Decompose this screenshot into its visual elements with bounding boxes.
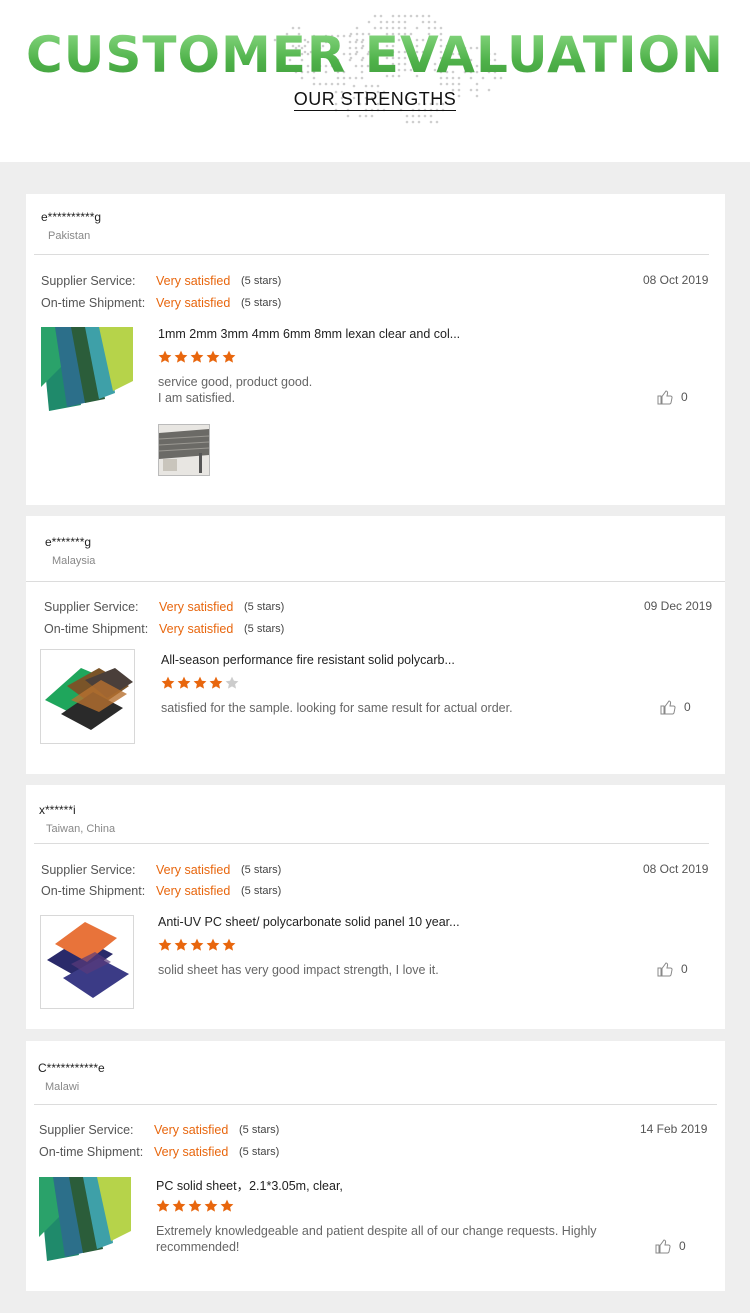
- review-card: x******i Taiwan, China Supplier Service:…: [26, 785, 725, 1029]
- star-rating: [158, 350, 238, 366]
- ontime-shipment-stars: (5 stars): [239, 1146, 280, 1158]
- ontime-shipment-value: Very satisfied: [159, 622, 234, 636]
- reviewer-name: e*******g: [45, 535, 92, 549]
- ontime-shipment-value: Very satisfied: [156, 296, 231, 310]
- star-filled-icon: [158, 350, 172, 363]
- supplier-service-stars: (5 stars): [241, 275, 282, 287]
- supplier-service-stars: (5 stars): [241, 864, 282, 876]
- ontime-shipment-label: On-time Shipment:: [39, 1145, 144, 1159]
- page-header: CUSTOMER EVALUATION OUR STRENGTHS: [0, 0, 750, 162]
- review-date: 08 Oct 2019: [643, 862, 709, 876]
- star-filled-icon: [206, 350, 220, 363]
- product-title-link[interactable]: 1mm 2mm 3mm 4mm 6mm 8mm lexan clear and …: [158, 327, 460, 341]
- like-count: 0: [679, 1239, 686, 1253]
- star-rating: [161, 676, 241, 692]
- product-thumbnail[interactable]: [40, 649, 135, 744]
- product-thumbnail[interactable]: [41, 327, 133, 419]
- like-button[interactable]: 0: [660, 700, 691, 715]
- star-filled-icon: [158, 938, 172, 951]
- ontime-shipment-stars: (5 stars): [241, 885, 282, 897]
- star-filled-icon: [193, 676, 207, 689]
- reviewer-country: Malawi: [45, 1081, 80, 1093]
- supplier-service-value: Very satisfied: [156, 274, 231, 288]
- thumbs-up-icon: [655, 1239, 671, 1254]
- product-thumbnail[interactable]: [39, 1177, 131, 1269]
- thumbs-up-icon: [657, 962, 673, 977]
- thumbs-up-icon: [657, 390, 673, 405]
- star-filled-icon: [174, 938, 188, 951]
- review-card: e**********g Pakistan Supplier Service: …: [26, 194, 725, 505]
- product-title-link[interactable]: PC solid sheet，2.1*3.05m, clear,: [156, 1175, 343, 1194]
- star-filled-icon: [161, 676, 175, 689]
- supplier-service-label: Supplier Service:: [39, 1123, 134, 1137]
- star-filled-icon: [222, 938, 236, 951]
- star-filled-icon: [188, 1199, 202, 1212]
- like-count: 0: [681, 390, 688, 404]
- ontime-shipment-value: Very satisfied: [156, 884, 231, 898]
- review-comment: satisfied for the sample. looking for sa…: [161, 701, 513, 715]
- review-date: 14 Feb 2019: [640, 1122, 708, 1136]
- divider: [26, 581, 725, 582]
- star-filled-icon: [222, 350, 236, 363]
- reviewer-name: x******i: [39, 803, 76, 817]
- product-thumbnail[interactable]: [40, 915, 134, 1009]
- supplier-service-label: Supplier Service:: [41, 863, 136, 877]
- page-subtitle: OUR STRENGTHS: [293, 89, 457, 111]
- star-filled-icon: [172, 1199, 186, 1212]
- ontime-shipment-value: Very satisfied: [154, 1145, 229, 1159]
- supplier-service-stars: (5 stars): [244, 601, 285, 613]
- reviewer-name: e**********g: [41, 210, 102, 224]
- review-card: e*******g Malaysia Supplier Service: Ver…: [26, 516, 725, 774]
- divider: [34, 1104, 717, 1105]
- star-filled-icon: [209, 676, 223, 689]
- review-comment: Extremely knowledgeable and patient desp…: [156, 1224, 597, 1254]
- ontime-shipment-label: On-time Shipment:: [44, 622, 149, 636]
- review-date: 09 Dec 2019: [644, 599, 713, 613]
- star-filled-icon: [204, 1199, 218, 1212]
- supplier-service-stars: (5 stars): [239, 1124, 280, 1136]
- like-button[interactable]: 0: [655, 1239, 686, 1254]
- like-count: 0: [684, 700, 691, 714]
- ontime-shipment-stars: (5 stars): [244, 623, 285, 635]
- divider: [34, 843, 709, 844]
- page-title: CUSTOMER EVALUATION: [0, 26, 750, 84]
- reviewer-country: Taiwan, China: [46, 823, 116, 835]
- review-date: 08 Oct 2019: [643, 273, 709, 287]
- star-filled-icon: [177, 676, 191, 689]
- supplier-service-value: Very satisfied: [154, 1123, 229, 1137]
- supplier-service-value: Very satisfied: [159, 600, 234, 614]
- ontime-shipment-label: On-time Shipment:: [41, 296, 146, 310]
- thumbs-up-icon: [660, 700, 676, 715]
- star-rating: [156, 1199, 236, 1215]
- review-comment: solid sheet has very good impact strengt…: [158, 963, 439, 977]
- star-filled-icon: [174, 350, 188, 363]
- reviewer-name: C***********e: [38, 1061, 105, 1075]
- star-filled-icon: [190, 350, 204, 363]
- star-filled-icon: [190, 938, 204, 951]
- supplier-service-label: Supplier Service:: [44, 600, 139, 614]
- star-empty-icon: [225, 676, 239, 689]
- like-count: 0: [681, 962, 688, 976]
- ontime-shipment-stars: (5 stars): [241, 297, 282, 309]
- product-title-link[interactable]: Anti-UV PC sheet/ polycarbonate solid pa…: [158, 915, 460, 929]
- product-title-link[interactable]: All-season performance fire resistant so…: [161, 653, 455, 667]
- ontime-shipment-label: On-time Shipment:: [41, 884, 146, 898]
- reviewer-country: Pakistan: [48, 230, 91, 242]
- review-attachment-photo[interactable]: [158, 424, 210, 476]
- supplier-service-label: Supplier Service:: [41, 274, 136, 288]
- star-rating: [158, 938, 238, 954]
- star-filled-icon: [156, 1199, 170, 1212]
- star-filled-icon: [206, 938, 220, 951]
- review-comment: service good, product good. I am satisfi…: [158, 375, 313, 405]
- divider: [34, 254, 709, 255]
- like-button[interactable]: 0: [657, 390, 688, 405]
- like-button[interactable]: 0: [657, 962, 688, 977]
- supplier-service-value: Very satisfied: [156, 863, 231, 877]
- reviewer-country: Malaysia: [52, 555, 96, 567]
- review-card: C***********e Malawi Supplier Service: V…: [26, 1041, 725, 1291]
- star-filled-icon: [220, 1199, 234, 1212]
